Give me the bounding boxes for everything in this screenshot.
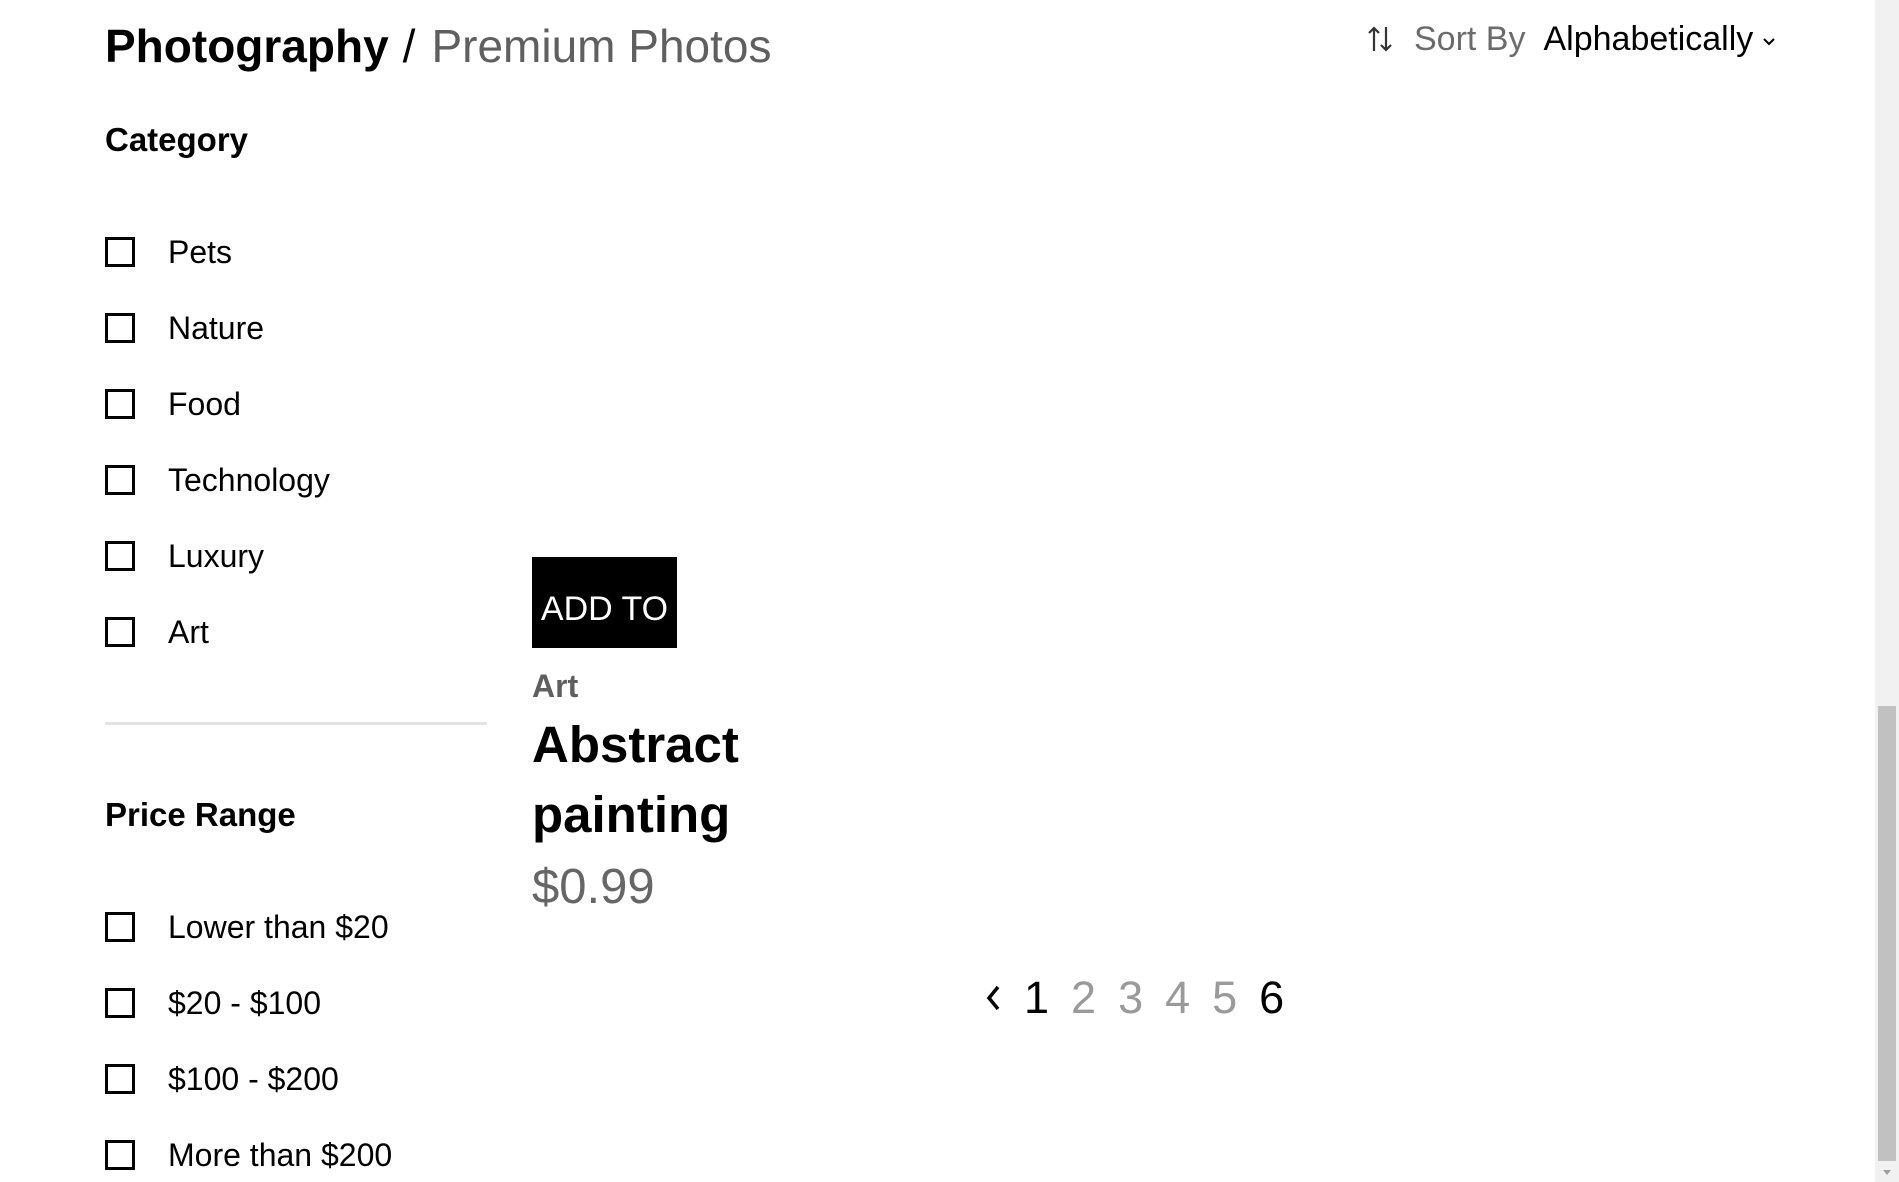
checkbox[interactable] — [105, 1140, 135, 1170]
scrollbar[interactable] — [1875, 0, 1899, 1182]
filter-label: More than $200 — [168, 1136, 393, 1173]
scroll-down-icon[interactable] — [1875, 1164, 1899, 1182]
category-list: Pets Nature Food Technology Luxury Art — [105, 214, 487, 670]
filter-label: Luxury — [168, 537, 265, 574]
page-link-3[interactable]: 3 — [1118, 970, 1143, 1026]
product-price: $0.99 — [532, 860, 655, 914]
divider — [105, 722, 487, 725]
page-link-4[interactable]: 4 — [1165, 970, 1190, 1026]
page-link-1[interactable]: 1 — [1024, 970, 1049, 1026]
price-item-20-100[interactable]: $20 - $100 — [105, 965, 487, 1041]
checkbox[interactable] — [105, 313, 135, 343]
category-title: Category — [105, 121, 249, 158]
checkbox[interactable] — [105, 389, 135, 419]
checkbox[interactable] — [105, 912, 135, 942]
add-to-cart-button[interactable]: ADD TO — [532, 557, 677, 648]
filter-label: $100 - $200 — [168, 1060, 339, 1097]
sort-label: Sort By — [1414, 20, 1526, 58]
breadcrumb-separator: / — [402, 20, 416, 72]
category-item-art[interactable]: Art — [105, 594, 487, 670]
filter-label: Food — [168, 385, 241, 422]
price-item-under-20[interactable]: Lower than $20 — [105, 889, 487, 965]
price-item-100-200[interactable]: $100 - $200 — [105, 1041, 487, 1117]
page: Photography / Premium Photos Sort By Alp… — [0, 0, 1899, 1182]
chevron-down-icon — [1763, 38, 1775, 46]
filter-label: Pets — [168, 233, 233, 270]
checkbox[interactable] — [105, 1064, 135, 1094]
price-list: Lower than $20 $20 - $100 $100 - $200 Mo… — [105, 889, 487, 1182]
category-item-food[interactable]: Food — [105, 366, 487, 442]
filter-label: Lower than $20 — [168, 908, 389, 945]
checkbox[interactable] — [105, 465, 135, 495]
checkbox[interactable] — [105, 988, 135, 1018]
page-link-6[interactable]: 6 — [1259, 970, 1284, 1026]
page-link-5[interactable]: 5 — [1212, 970, 1237, 1026]
page-link-2[interactable]: 2 — [1071, 970, 1096, 1026]
filter-label: Nature — [168, 309, 265, 346]
sort-value[interactable]: Alphabetically — [1543, 18, 1753, 60]
scrollbar-thumb[interactable] — [1878, 706, 1896, 1161]
filter-sidebar: Category Pets Nature Food Technology Lux… — [105, 120, 487, 1182]
checkbox[interactable] — [105, 541, 135, 571]
chevron-left-icon[interactable] — [982, 980, 1004, 1016]
checkbox[interactable] — [105, 617, 135, 647]
filter-label: Art — [168, 613, 209, 650]
category-item-technology[interactable]: Technology — [105, 442, 487, 518]
pagination: 1 2 3 4 5 6 — [982, 970, 1306, 1026]
checkbox[interactable] — [105, 237, 135, 267]
breadcrumb: Photography / Premium Photos — [105, 18, 771, 74]
sort-control[interactable]: Sort By Alphabetically — [1366, 18, 1777, 60]
product-title[interactable]: Abstract painting — [532, 710, 792, 850]
price-item-over-200[interactable]: More than $200 — [105, 1117, 487, 1182]
category-item-nature[interactable]: Nature — [105, 290, 487, 366]
breadcrumb-current: Premium Photos — [431, 20, 772, 72]
category-item-luxury[interactable]: Luxury — [105, 518, 487, 594]
sort-arrows-icon — [1368, 26, 1392, 52]
filter-label: Technology — [168, 461, 330, 498]
category-item-pets[interactable]: Pets — [105, 214, 487, 290]
breadcrumb-root[interactable]: Photography — [105, 18, 389, 74]
filter-label: $20 - $100 — [168, 984, 322, 1021]
price-range-title: Price Range — [105, 796, 296, 833]
product-category: Art — [532, 668, 579, 704]
